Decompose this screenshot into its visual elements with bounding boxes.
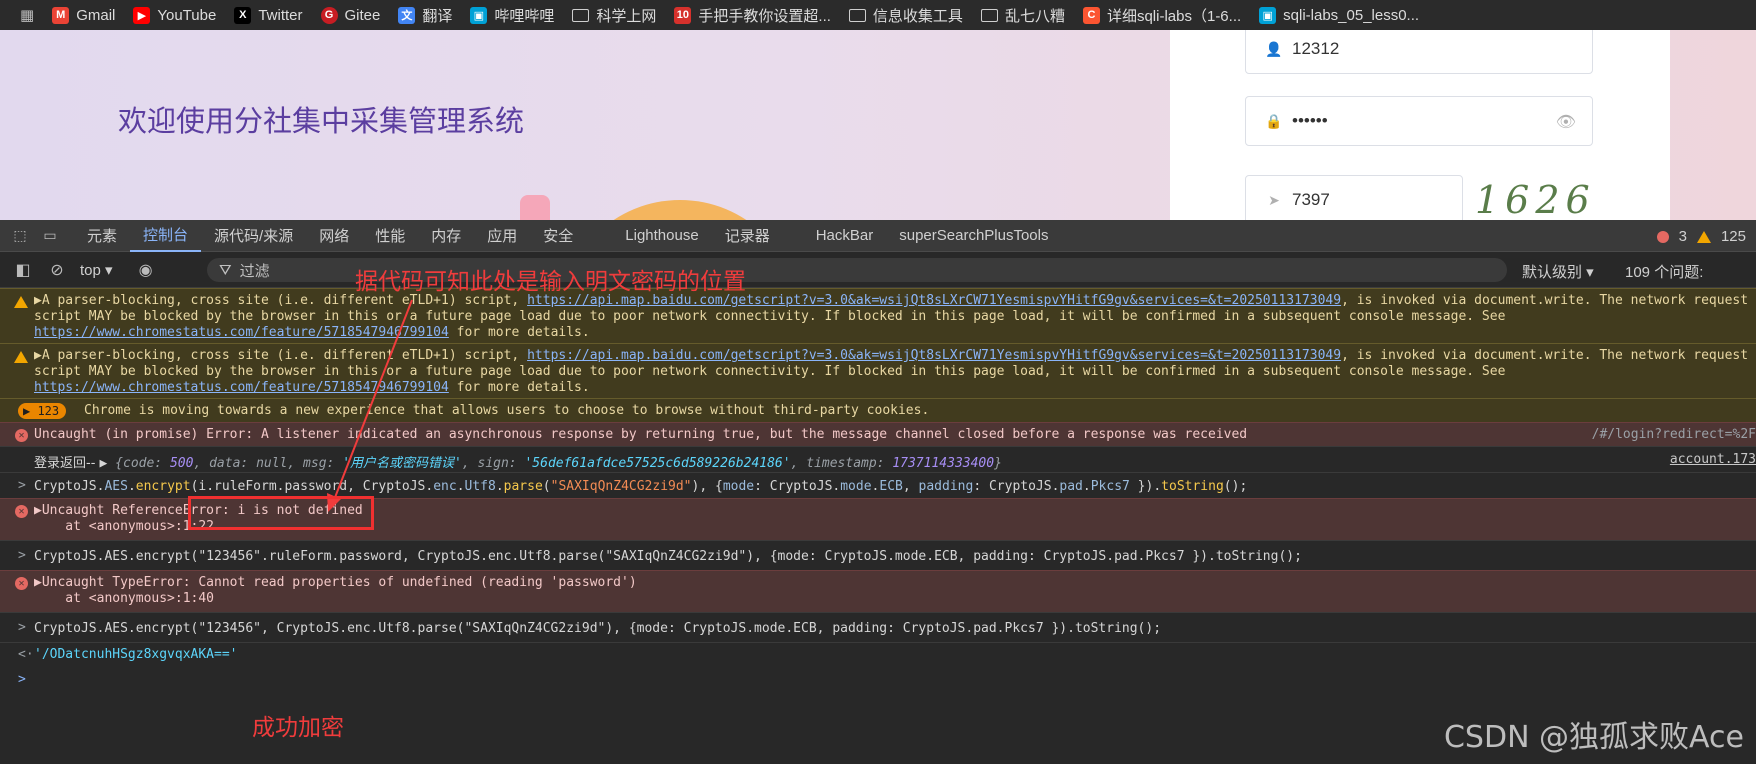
- annotation-success: 成功加密: [252, 715, 344, 741]
- log-level-dropdown[interactable]: 默认级别 ▾: [1522, 261, 1594, 282]
- bookmark-sqli-labs-05[interactable]: ▣ sqli-labs_05_less0...: [1259, 6, 1419, 24]
- chromestatus-link[interactable]: https://www.chromestatus.com/feature/571…: [34, 325, 449, 340]
- csdn-icon: C: [1082, 6, 1100, 24]
- login-page: 欢迎使用分社集中采集管理系统 👤 12312 🔒 •••••• 👁 ➤ 7397…: [0, 30, 1756, 220]
- bookmark-youtube[interactable]: ▶ YouTube: [133, 6, 216, 24]
- decoration-sun: [560, 200, 800, 220]
- annotation-plaintext-position: 据代码可知此处是输入明文密码的位置: [355, 269, 746, 295]
- watermark: CSDN @独孤求败Ace: [1443, 720, 1744, 755]
- login-panel: 👤 12312 🔒 •••••• 👁 ➤ 7397 1626: [1170, 30, 1670, 220]
- warning-icon: [14, 351, 28, 367]
- error-icon: ✕: [15, 505, 28, 518]
- youtube-icon: ▶: [133, 6, 151, 24]
- message-count-badge: ▶ 123: [18, 403, 67, 419]
- lock-icon: 🔒: [1265, 112, 1283, 129]
- tab-memory[interactable]: 内存: [418, 220, 474, 252]
- tab-sources[interactable]: 源代码/来源: [201, 220, 306, 252]
- bilibili-icon: ▣: [1259, 6, 1277, 24]
- error-icon: ✕: [15, 577, 28, 590]
- translate-icon: 文: [398, 6, 416, 24]
- script-link[interactable]: https://api.map.baidu.com/getscript?v=3.…: [527, 348, 1341, 363]
- devtools-tab-bar: ⬚ ▭ 元素 控制台 源代码/来源 网络 性能 内存 应用 安全 Lightho…: [0, 220, 1756, 252]
- console-warning: ▶A parser-blocking, cross site (i.e. dif…: [0, 343, 1756, 398]
- send-icon: ➤: [1268, 191, 1280, 208]
- apps-grid-icon[interactable]: ▦: [20, 6, 34, 24]
- device-toolbar-icon[interactable]: ▭: [40, 227, 60, 245]
- tab-performance[interactable]: 性能: [362, 220, 418, 252]
- eye-icon[interactable]: 👁: [1556, 112, 1576, 132]
- gmail-icon: M: [52, 6, 70, 24]
- prompt-chevron-icon: >: [18, 672, 26, 687]
- bookmark-folder-misc[interactable]: 乱七八糟: [980, 5, 1065, 26]
- captcha-image[interactable]: 1626: [1475, 178, 1605, 220]
- console-error: ✕ Uncaught (in promise) Error: A listene…: [0, 422, 1756, 446]
- tab-elements[interactable]: 元素: [74, 220, 130, 252]
- tab-application[interactable]: 应用: [474, 220, 530, 252]
- error-icon: [1656, 230, 1669, 243]
- bookmark-gitee[interactable]: G Gitee: [320, 6, 380, 24]
- password-field[interactable]: 🔒 •••••• 👁: [1245, 96, 1593, 146]
- gitee-icon: G: [320, 6, 338, 24]
- context-selector[interactable]: top ▾: [80, 261, 113, 279]
- bookmarks-bar: ▦ M Gmail ▶ YouTube X Twitter G Gitee 文翻译 ▣ 哔…: [0, 0, 1756, 30]
- chevron-right-icon: >: [18, 620, 26, 635]
- page-icon: 10: [674, 6, 692, 24]
- console-command: > CryptoJS.AES.encrypt("123456".ruleForm…: [0, 540, 1756, 570]
- chromestatus-link[interactable]: https://www.chromestatus.com/feature/571…: [34, 380, 449, 395]
- clear-console-icon[interactable]: ⊘: [46, 260, 68, 280]
- warning-icon: [14, 296, 28, 312]
- source-link[interactable]: account.173: [1670, 452, 1756, 467]
- inspect-element-icon[interactable]: ⬚: [10, 227, 30, 245]
- x-icon: X: [234, 6, 252, 24]
- bookmark-translate[interactable]: 文翻译: [398, 5, 452, 26]
- bookmark-folder-science[interactable]: 科学上网: [572, 5, 656, 26]
- decoration-shape: [520, 195, 550, 220]
- return-arrow-icon: <·: [18, 647, 34, 662]
- issues-counter[interactable]: 109 个问题:: [1625, 261, 1703, 282]
- username-field[interactable]: 👤 12312: [1245, 30, 1593, 74]
- sidebar-toggle-icon[interactable]: ◧: [12, 260, 34, 280]
- warning-icon: [1696, 230, 1711, 243]
- folder-icon: [848, 8, 866, 22]
- chevron-right-icon: >: [18, 478, 26, 493]
- tab-security[interactable]: 安全: [530, 220, 586, 252]
- user-icon: 👤: [1265, 40, 1283, 57]
- bookmark-bilibili[interactable]: ▣ 哔哩哔哩: [470, 5, 554, 26]
- bookmark-twitter[interactable]: X Twitter: [234, 6, 303, 24]
- error-icon: ✕: [15, 429, 28, 442]
- console-command: > CryptoJS.AES.encrypt("123456", CryptoJ…: [0, 612, 1756, 642]
- live-expression-eye-icon[interactable]: ◉: [135, 260, 157, 280]
- captcha-field[interactable]: ➤ 7397: [1245, 175, 1463, 220]
- bookmark-sqli-labs[interactable]: C 详细sqli-labs（1-6...: [1082, 5, 1241, 26]
- folder-icon: [572, 8, 590, 22]
- tab-hackbar[interactable]: HackBar: [803, 220, 887, 252]
- bilibili-icon: ▣: [470, 6, 488, 24]
- console-prompt[interactable]: >: [0, 666, 1756, 694]
- annotation-highlight-box: [188, 496, 374, 530]
- source-link[interactable]: /#/login?redirect=%2F: [1592, 427, 1756, 442]
- folder-icon: [980, 8, 998, 22]
- chevron-right-icon: >: [18, 548, 26, 563]
- bookmark-folder-info[interactable]: 信息收集工具: [848, 5, 963, 26]
- bookmark-gmail[interactable]: M Gmail: [52, 6, 115, 24]
- console-error: ✕ ▶Uncaught TypeError: Cannot read prope…: [0, 570, 1756, 612]
- tab-supersearch[interactable]: superSearchPlusTools: [886, 220, 1061, 252]
- tab-network[interactable]: 网络: [306, 220, 362, 252]
- console-toolbar: ◧ ⊘ top ▾ ◉ ⛛ 过滤 默认级别 ▾ 109 个问题:: [0, 252, 1756, 288]
- error-warning-counter[interactable]: 3 125: [1656, 228, 1746, 245]
- console-result: <· '/ODatcnuhHSgz8xgvqxAKA==': [0, 642, 1756, 666]
- tab-lighthouse[interactable]: Lighthouse: [612, 220, 711, 252]
- welcome-title: 欢迎使用分社集中采集管理系统: [118, 104, 525, 138]
- console-log: 登录返回-- ▶ {code: 500, data: null, msg: '用…: [0, 446, 1756, 472]
- tab-recorder[interactable]: 记录器: [712, 220, 783, 252]
- console-message-group[interactable]: ▶ 123 Chrome is moving towards a new exp…: [0, 398, 1756, 422]
- tab-console[interactable]: 控制台: [130, 220, 202, 252]
- filter-icon: ⛛: [219, 261, 232, 279]
- console-warning: ▶A parser-blocking, cross site (i.e. dif…: [0, 288, 1756, 343]
- console-command: > CryptoJS.AES.encrypt(i.ruleForm.passwo…: [0, 472, 1756, 498]
- bookmark-tutorial[interactable]: 10 手把手教你设置超...: [674, 5, 831, 26]
